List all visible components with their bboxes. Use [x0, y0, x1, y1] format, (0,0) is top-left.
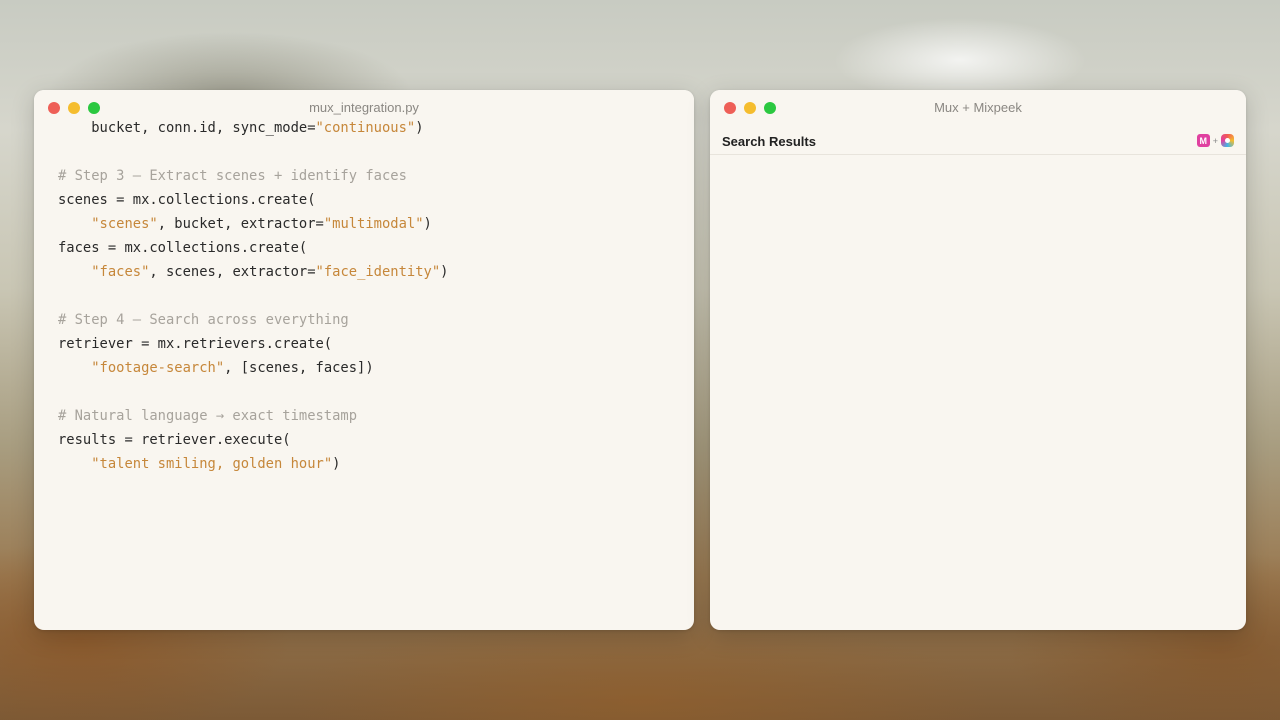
results-window-titlebar[interactable]: Mux + Mixpeek: [710, 90, 1246, 126]
code-string-token: "talent smiling, golden hour": [91, 456, 333, 472]
brand-logos: M +: [1196, 134, 1234, 147]
code-line: # Step 4 — Search across everything: [58, 308, 448, 332]
code-string-token: "faces": [91, 264, 150, 280]
code-token: ): [332, 456, 341, 472]
logo-plus-sign: +: [1212, 135, 1218, 146]
code-token: ): [440, 264, 449, 280]
code-token: ): [415, 120, 424, 136]
code-editor-content[interactable]: bucket, conn.id, sync_mode="continuous")…: [58, 116, 448, 476]
code-string-token: "footage-search": [91, 360, 225, 376]
code-line: "scenes", bucket, extractor="multimodal"…: [58, 212, 448, 236]
search-results-window: Mux + Mixpeek Search Results M +: [710, 90, 1246, 630]
results-window-title: Mux + Mixpeek: [934, 100, 1022, 115]
code-token: results = retriever.execute(: [58, 432, 291, 448]
code-editor-window: mux_integration.py bucket, conn.id, sync…: [34, 90, 694, 630]
code-token: faces = mx.collections.create(: [58, 240, 308, 256]
code-token: ): [423, 216, 432, 232]
code-token: , [scenes, faces]): [224, 360, 374, 376]
mixpeek-logo-icon: [1221, 134, 1234, 147]
code-string-token: "face_identity": [315, 264, 441, 280]
code-line: "faces", scenes, extractor="face_identit…: [58, 260, 448, 284]
code-comment-token: # Step 4 — Search across everything: [58, 312, 349, 328]
code-string-token: "scenes": [91, 216, 158, 232]
code-token: , bucket, extractor=: [157, 216, 324, 232]
code-line: results = retriever.execute(: [58, 428, 448, 452]
code-line: scenes = mx.collections.create(: [58, 188, 448, 212]
code-token: scenes = mx.collections.create(: [58, 192, 316, 208]
code-string-token: "multimodal": [323, 216, 424, 232]
code-line: "talent smiling, golden hour"): [58, 452, 448, 476]
code-token: bucket, conn.id, sync_mode=: [58, 120, 316, 136]
code-comment-token: # Step 3 — Extract scenes + identify fac…: [58, 168, 407, 184]
code-comment-token: # Natural language → exact timestamp: [58, 408, 358, 424]
code-line: bucket, conn.id, sync_mode="continuous"): [58, 116, 448, 140]
code-line: # Natural language → exact timestamp: [58, 404, 448, 428]
code-line: retriever = mx.retrievers.create(: [58, 332, 448, 356]
code-string-token: "continuous": [315, 120, 416, 136]
results-header: Search Results M +: [710, 126, 1246, 155]
search-results-heading: Search Results: [722, 134, 816, 149]
code-line: faces = mx.collections.create(: [58, 236, 448, 260]
mux-logo-icon: M: [1196, 134, 1210, 147]
code-line: "footage-search", [scenes, faces]): [58, 356, 448, 380]
code-token: retriever = mx.retrievers.create(: [58, 336, 333, 352]
code-line: # Step 3 — Extract scenes + identify fac…: [58, 164, 448, 188]
code-window-title: mux_integration.py: [309, 100, 419, 115]
code-token: , scenes, extractor=: [149, 264, 316, 280]
